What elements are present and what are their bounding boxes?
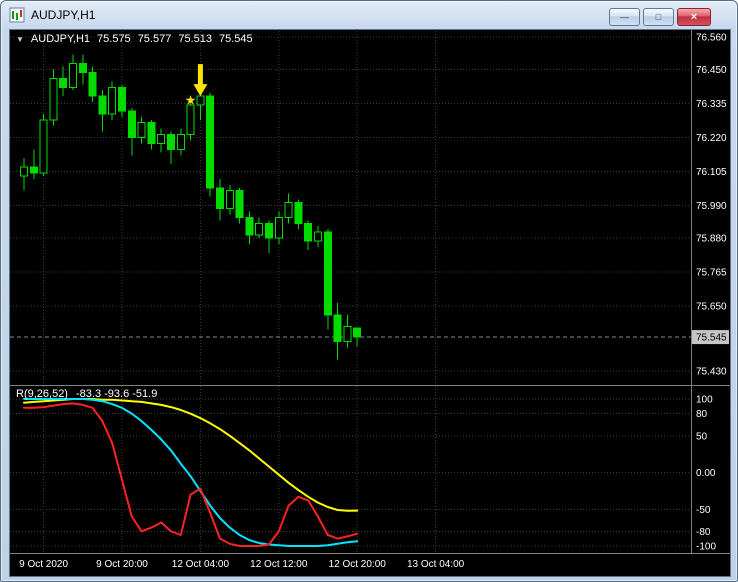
chart-icon <box>9 7 25 23</box>
candle-body <box>245 216 254 236</box>
candle-body <box>265 222 273 239</box>
candle-body <box>343 326 352 343</box>
indicator-label: R(9,26,52) -83.3 -93.6 -51.9 <box>16 388 157 400</box>
candle-body <box>323 231 332 316</box>
candle-body <box>88 71 97 97</box>
candle-body <box>216 187 224 209</box>
title-bar[interactable]: AUDJPY,H1 — □ × <box>1 1 737 29</box>
low-value: 75.513 <box>178 33 212 45</box>
high-value: 75.577 <box>137 33 172 45</box>
candle-body <box>78 63 87 73</box>
candle-body <box>49 77 58 121</box>
maximize-icon: □ <box>655 11 662 22</box>
candle-body <box>294 202 303 224</box>
caption-buttons: — □ × <box>609 8 711 26</box>
candle-body <box>69 63 77 88</box>
candle-body <box>147 122 156 144</box>
candle-body <box>108 86 117 115</box>
open-value: 75.575 <box>97 33 131 45</box>
candle-body <box>206 95 215 189</box>
close-value: 75.545 <box>219 33 253 45</box>
candle-body <box>176 134 185 150</box>
close-icon: × <box>690 10 698 23</box>
window-title: AUDJPY,H1 <box>31 8 96 22</box>
candle-body <box>225 190 234 209</box>
star-marker-icon: ★ <box>185 93 197 108</box>
candle-body <box>304 222 313 242</box>
candle-body <box>98 95 107 115</box>
maximize-button[interactable]: □ <box>643 8 674 26</box>
chart-canvas[interactable]: 9 Oct 20209 Oct 20:0012 Oct 04:0012 Oct … <box>10 30 730 576</box>
candle-body <box>118 86 126 112</box>
close-button[interactable]: × <box>677 8 711 26</box>
candle-body <box>29 166 38 174</box>
candle-body <box>333 314 342 343</box>
ohlc-info: ▼ AUDJPY,H1 75.575 75.577 75.513 75.545 <box>16 33 253 45</box>
time-scale[interactable] <box>10 554 730 576</box>
candle-body <box>127 110 136 139</box>
sell-signal-arrow-icon <box>193 64 208 97</box>
candle-body <box>196 95 205 106</box>
candle-body <box>314 231 322 242</box>
chart-client-area: 9 Oct 20209 Oct 20:0012 Oct 04:0012 Oct … <box>10 30 730 576</box>
indicator-name: R(9,26,52) <box>16 388 68 400</box>
chart-window: AUDJPY,H1 — □ × 9 Oct 20209 Oct 20:0012 … <box>0 0 738 582</box>
candle-body <box>137 122 146 139</box>
candle-body <box>274 216 283 239</box>
candle-body <box>235 190 244 218</box>
candle-body <box>255 222 264 236</box>
candle-body <box>20 166 28 177</box>
minimize-icon: — <box>620 11 629 22</box>
candle-body <box>353 327 362 338</box>
candle-body <box>39 119 48 174</box>
candle-body <box>59 77 68 88</box>
candle-body <box>284 202 293 218</box>
candle-body <box>167 134 175 150</box>
indicator-values: -83.3 -93.6 -51.9 <box>75 388 158 400</box>
candle-body <box>157 134 166 144</box>
symbol-dropdown-icon[interactable]: ▼ <box>16 33 24 45</box>
minimize-button[interactable]: — <box>609 8 640 26</box>
symbol-period-label: AUDJPY,H1 <box>30 33 91 45</box>
price-scale[interactable] <box>692 30 730 553</box>
candle-body <box>186 104 195 136</box>
